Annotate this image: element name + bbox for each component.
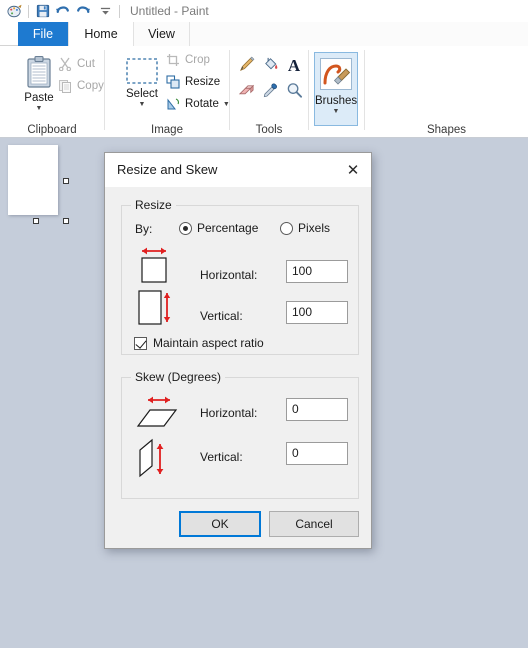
resize-horizontal-input[interactable]: 100 <box>286 260 348 283</box>
close-icon[interactable]: ✕ <box>339 158 367 182</box>
undo-icon[interactable] <box>53 1 73 21</box>
image-group-label: Image <box>151 124 183 136</box>
paint-app-icon[interactable] <box>4 1 24 21</box>
pencil-tool-button[interactable] <box>234 54 258 78</box>
ribbon-group-brushes: Brushes ▼ <box>309 46 364 138</box>
vertical-skew-preview-icon <box>134 436 182 487</box>
tab-view[interactable]: View <box>134 22 190 46</box>
window-title: Untitled - Paint <box>130 4 209 18</box>
resize-vertical-label: Vertical: <box>200 309 243 323</box>
cancel-button[interactable]: Cancel <box>269 511 359 537</box>
percentage-label: Percentage <box>197 221 259 235</box>
eraser-icon <box>238 82 255 102</box>
clipboard-group-label: Clipboard <box>27 124 77 136</box>
skew-vertical-label: Vertical: <box>200 450 243 464</box>
rotate-button[interactable]: Rotate ▼ <box>164 96 230 112</box>
copy-label: Copy <box>77 80 104 92</box>
cut-button[interactable]: Cut <box>56 56 95 72</box>
scissors-icon <box>56 56 74 72</box>
crop-button[interactable]: Crop <box>164 52 210 68</box>
resize-vertical-input[interactable]: 100 <box>286 301 348 324</box>
bottom-resize-handle[interactable] <box>33 218 39 224</box>
text-a-icon: A <box>287 56 301 75</box>
shapes-group-label: Shapes <box>426 124 466 136</box>
paintbrush-icon <box>315 53 357 95</box>
resize-group-label: Resize <box>131 198 176 212</box>
radio-indicator <box>280 221 293 235</box>
ribbon-group-clipboard: Paste ▼ Cut Copy Clipboard <box>0 46 104 138</box>
color-picker-tool-button[interactable] <box>258 80 282 104</box>
pixels-radio[interactable]: Pixels <box>280 221 330 235</box>
resize-label: Resize <box>185 76 221 88</box>
skew-group-label: Skew (Degrees) <box>131 370 226 384</box>
copy-icon <box>56 78 74 94</box>
pixels-label: Pixels <box>298 221 331 235</box>
resize-button[interactable]: Resize <box>164 74 220 90</box>
checkbox-indicator <box>134 336 147 350</box>
qat-separator-1 <box>28 4 29 18</box>
eraser-tool-button[interactable] <box>234 80 258 104</box>
resize-horizontal-label: Horizontal: <box>200 268 258 282</box>
ok-button[interactable]: OK <box>179 511 261 537</box>
resize-groupbox: Resize By: Percentage Pixels Horizontal:… <box>121 198 359 355</box>
resize-and-skew-dialog: Resize and Skew ✕ Resize By: Percentage … <box>104 152 372 549</box>
rotate-icon <box>164 96 182 112</box>
dialog-title: Resize and Skew <box>117 162 218 177</box>
maintain-aspect-ratio-label: Maintain aspect ratio <box>153 336 264 350</box>
cut-label: Cut <box>77 58 95 70</box>
brushes-label: Brushes <box>315 95 358 107</box>
drawing-canvas[interactable] <box>8 145 58 215</box>
magnifier-icon <box>286 82 303 102</box>
skew-groupbox: Skew (Degrees) Horizontal: 0 Vertical: 0 <box>121 370 359 499</box>
resize-icon <box>164 74 182 90</box>
tab-home[interactable]: Home <box>68 22 134 46</box>
magnifier-tool-button[interactable] <box>282 80 306 104</box>
ribbon-tab-strip: File Home View <box>0 22 528 46</box>
skew-horizontal-label: Horizontal: <box>200 406 258 420</box>
select-label: Select <box>126 88 158 100</box>
fill-tool-button[interactable] <box>258 54 282 78</box>
paint-bucket-icon <box>262 56 279 76</box>
crop-icon <box>164 52 182 68</box>
ribbon-group-tools: A Tools <box>230 46 308 138</box>
corner-resize-handle[interactable] <box>63 218 69 224</box>
qat-separator-2 <box>119 4 120 18</box>
horizontal-resize-preview-icon <box>134 244 174 289</box>
ribbon-group-shapes: ▲ ▼ Shapes <box>365 46 528 138</box>
tab-file[interactable]: File <box>18 22 68 46</box>
copy-button[interactable]: Copy <box>56 78 104 94</box>
chevron-down-icon[interactable]: ▼ <box>10 105 68 112</box>
pencil-icon <box>238 56 255 76</box>
selection-rectangle-icon <box>113 54 171 88</box>
rotate-label: Rotate <box>185 98 219 110</box>
by-label: By: <box>135 222 153 236</box>
maintain-aspect-ratio-checkbox[interactable]: Maintain aspect ratio <box>134 336 264 350</box>
radio-indicator <box>179 221 192 235</box>
chevron-down-icon[interactable]: ▼ <box>315 108 357 115</box>
crop-label: Crop <box>185 54 210 66</box>
save-icon[interactable] <box>33 1 53 21</box>
window-title-bar: Untitled - Paint <box>0 0 528 22</box>
chevron-down-icon[interactable] <box>95 1 115 21</box>
eyedropper-icon <box>262 82 279 102</box>
ribbon: Paste ▼ Cut Copy Clipboard Select ▼ Crop… <box>0 46 528 138</box>
select-button[interactable]: Select ▼ <box>113 54 171 108</box>
skew-horizontal-input[interactable]: 0 <box>286 398 348 421</box>
horizontal-skew-preview-icon <box>134 392 182 439</box>
tools-group-label: Tools <box>255 124 283 136</box>
text-tool-button[interactable]: A <box>282 54 306 78</box>
chevron-down-icon[interactable]: ▼ <box>113 101 171 108</box>
ribbon-group-image: Select ▼ Crop Resize Rotate ▼ Image <box>105 46 230 138</box>
redo-icon[interactable] <box>73 1 93 21</box>
vertical-resize-preview-icon <box>134 288 174 333</box>
right-resize-handle[interactable] <box>63 178 69 184</box>
dialog-title-bar: Resize and Skew ✕ <box>105 153 371 187</box>
skew-vertical-input[interactable]: 0 <box>286 442 348 465</box>
percentage-radio[interactable]: Percentage <box>179 221 258 235</box>
brushes-button[interactable]: Brushes ▼ <box>314 52 358 126</box>
